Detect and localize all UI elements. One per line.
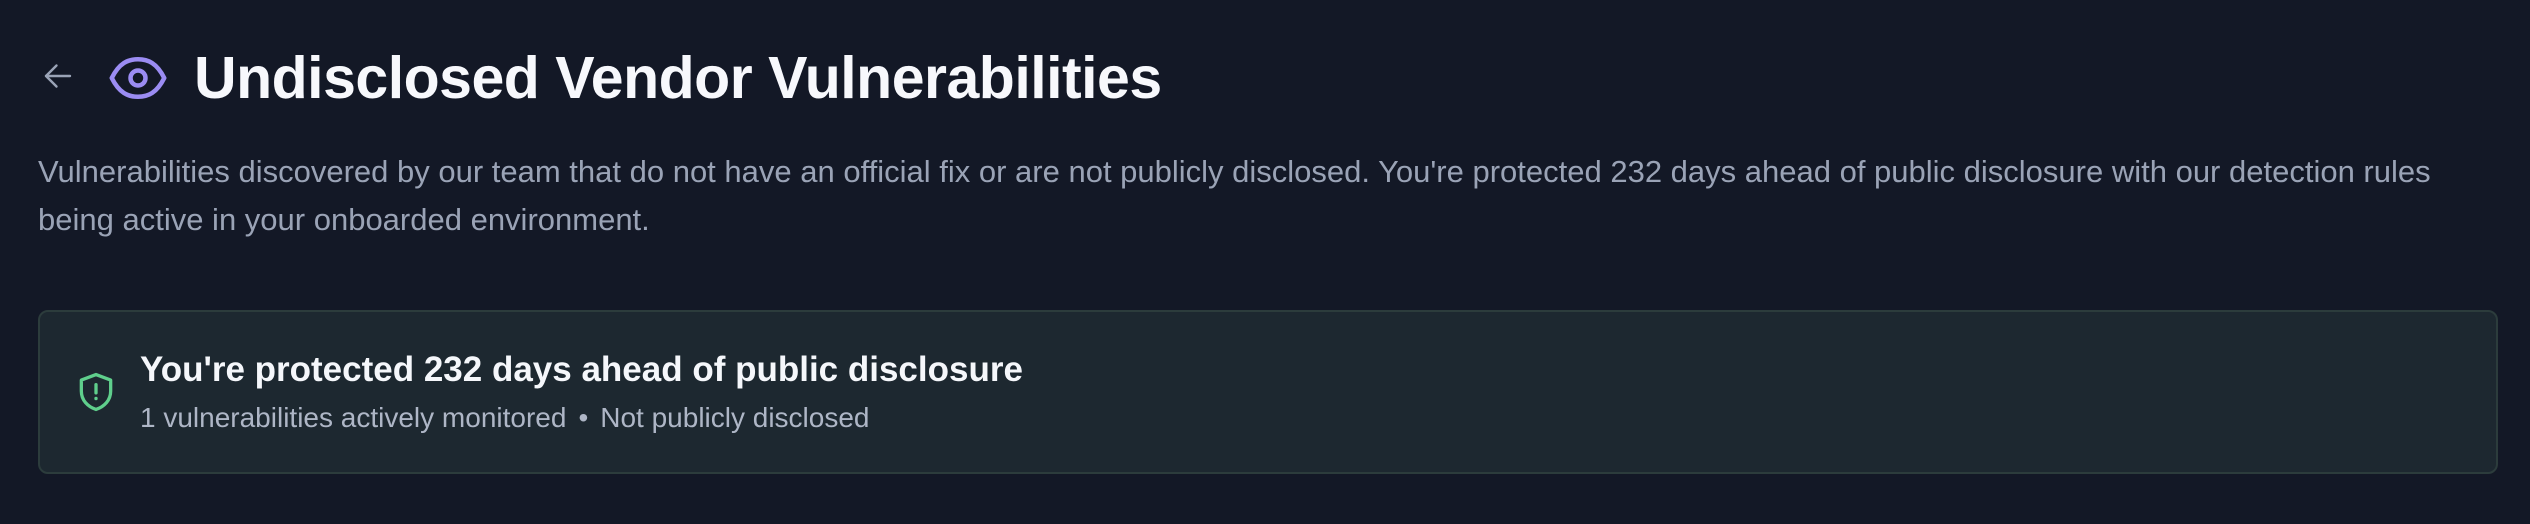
protection-banner: You're protected 232 days ahead of publi… xyxy=(38,310,2498,474)
page-description: Vulnerabilities discovered by our team t… xyxy=(38,154,2431,237)
page: Undisclosed Vendor Vulnerabilities Vulne… xyxy=(0,0,2530,524)
banner-text: You're protected 232 days ahead of publi… xyxy=(140,348,1023,436)
arrow-left-icon xyxy=(40,58,76,99)
banner-meta: 1 vulnerabilities actively monitored • N… xyxy=(140,400,1023,436)
page-title: Undisclosed Vendor Vulnerabilities xyxy=(194,44,1162,111)
banner-title: You're protected 232 days ahead of publi… xyxy=(140,350,1023,389)
back-button[interactable] xyxy=(38,58,78,98)
meta-separator: • xyxy=(578,402,589,433)
page-header: Undisclosed Vendor Vulnerabilities xyxy=(38,40,1162,116)
disclosure-status-text: Not publicly disclosed xyxy=(600,402,870,433)
eye-icon xyxy=(108,48,168,108)
shield-alert-icon xyxy=(74,370,118,414)
monitored-count-text: 1 vulnerabilities actively monitored xyxy=(140,402,567,433)
